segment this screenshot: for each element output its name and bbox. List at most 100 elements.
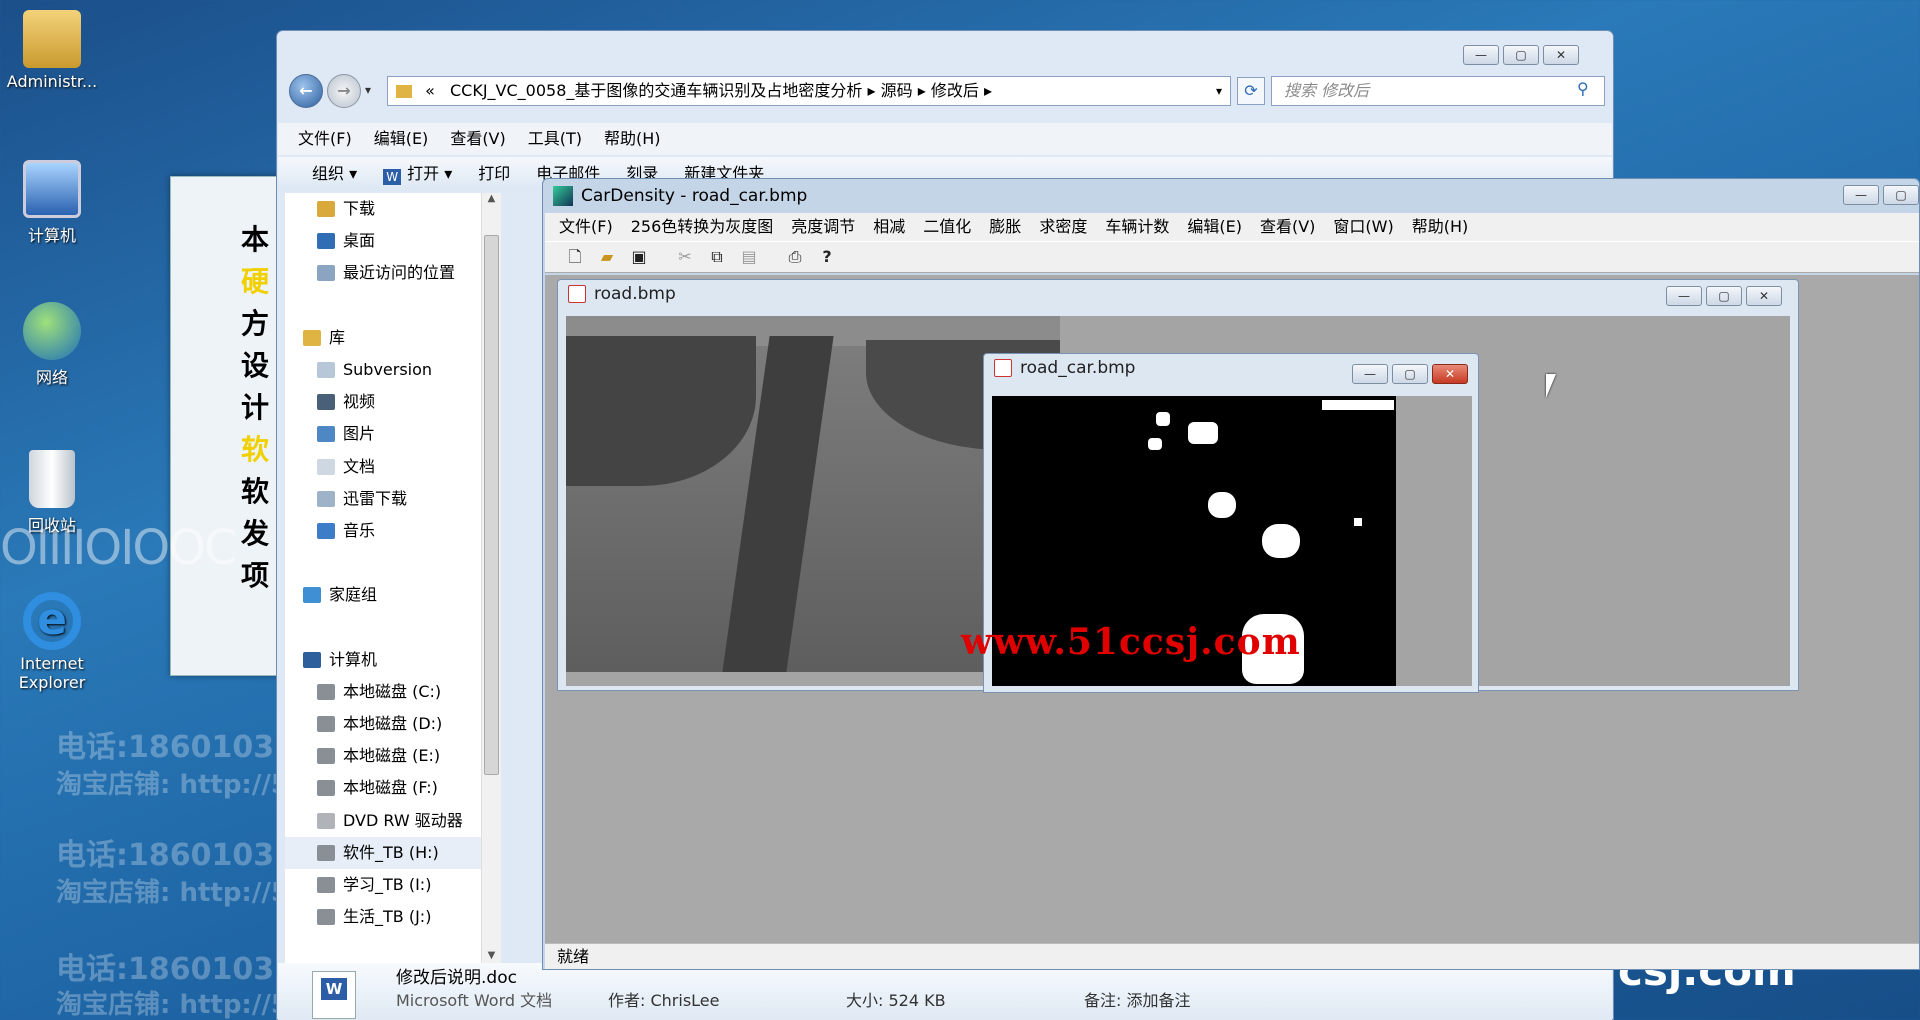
menu-file[interactable]: 文件(F): [559, 213, 613, 241]
nav-item-icon: [303, 651, 321, 668]
forward-arrow-icon[interactable]: →: [327, 74, 361, 108]
menu-tools[interactable]: 工具(T): [528, 123, 582, 155]
menu-help[interactable]: 帮助(H): [1412, 213, 1469, 241]
nav-item[interactable]: 图片: [285, 418, 481, 450]
scroll-thumb[interactable]: [484, 235, 499, 775]
nav-item[interactable]: 本地磁盘 (F:): [285, 772, 481, 804]
recent-pages-chevron-icon[interactable]: ▾: [365, 83, 371, 97]
watermark-phone: 电话:1860103: [56, 730, 275, 765]
address-overflow-chevron[interactable]: «: [425, 81, 435, 100]
close-button[interactable]: ✕: [1746, 286, 1782, 306]
nav-item[interactable]: 生活_TB (J:): [285, 901, 481, 933]
minimize-button[interactable]: —: [1666, 286, 1702, 306]
nav-item[interactable]: DVD RW 驱动器: [285, 805, 481, 837]
app-title: CarDensity - road_car.bmp: [581, 186, 808, 206]
scroll-up-icon[interactable]: ▲: [482, 193, 501, 209]
recycle-bin-icon: [29, 450, 75, 508]
minimize-button[interactable]: —: [1843, 185, 1879, 205]
refresh-icon[interactable]: ⟳: [1237, 77, 1265, 105]
nav-item-label: DVD RW 驱动器: [343, 810, 463, 830]
search-icon[interactable]: ⚲: [1577, 79, 1589, 98]
minimize-button[interactable]: —: [1463, 45, 1499, 65]
nav-item[interactable]: 音乐: [285, 515, 481, 547]
organize-button[interactable]: 组织 ▾: [312, 157, 357, 191]
nav-item-label: 最近访问的位置: [343, 263, 456, 283]
status-text: 就绪: [557, 947, 590, 966]
copy-icon[interactable]: ⧉: [705, 246, 729, 268]
menu-brightness[interactable]: 亮度调节: [791, 213, 855, 241]
back-arrow-icon[interactable]: ←: [289, 74, 323, 108]
minimize-button[interactable]: —: [1352, 364, 1388, 384]
close-button[interactable]: ✕: [1543, 45, 1579, 65]
address-bar[interactable]: « CCKJ_VC_0058_基于图像的交通车辆识别及占地密度分析 ▸ 源码 ▸…: [387, 76, 1231, 106]
nav-item[interactable]: 迅雷下载: [285, 483, 481, 515]
new-icon[interactable]: 🗋: [563, 246, 587, 268]
menu-edit[interactable]: 编辑(E): [1187, 213, 1242, 241]
menu-gray-convert[interactable]: 256色转换为灰度图: [631, 213, 774, 241]
open-button[interactable]: W 打开 ▾: [383, 157, 452, 191]
nav-item[interactable]: 下载: [285, 193, 481, 225]
nav-item[interactable]: 库: [285, 322, 481, 354]
print-button[interactable]: 打印: [478, 157, 510, 191]
print-icon[interactable]: ⎙: [783, 246, 807, 268]
maximize-button[interactable]: ▢: [1706, 286, 1742, 306]
nav-item[interactable]: 文档: [285, 451, 481, 483]
nav-item-icon: [317, 909, 335, 926]
close-button[interactable]: ✕: [1432, 364, 1468, 384]
nav-item-label: 图片: [343, 424, 376, 444]
help-icon[interactable]: ?: [815, 246, 839, 268]
desktop-icon-administrator[interactable]: Administr...: [2, 10, 102, 91]
nav-item[interactable]: 计算机: [285, 644, 481, 676]
menu-help[interactable]: 帮助(H): [604, 123, 661, 155]
nav-item-label: 本地磁盘 (C:): [343, 681, 442, 701]
nav-item[interactable]: 本地磁盘 (E:): [285, 740, 481, 772]
menu-vehicle-count[interactable]: 车辆计数: [1105, 213, 1169, 241]
nav-item[interactable]: 家庭组: [285, 579, 481, 611]
nav-item-label: 视频: [343, 392, 376, 412]
menu-view[interactable]: 查看(V): [1260, 213, 1315, 241]
menu-window[interactable]: 窗口(W): [1333, 213, 1393, 241]
nav-item-label: 计算机: [329, 649, 378, 669]
scroll-down-icon[interactable]: ▼: [482, 950, 501, 961]
word-icon: W: [383, 169, 402, 185]
maximize-button[interactable]: ▢: [1883, 185, 1919, 205]
breadcrumb-item[interactable]: 源码: [881, 81, 913, 100]
nav-item[interactable]: 本地磁盘 (D:): [285, 708, 481, 740]
navigation-scrollbar[interactable]: ▲ ▼: [481, 193, 501, 963]
nav-item[interactable]: 学习_TB (I:): [285, 869, 481, 901]
nav-item-icon: [317, 877, 335, 894]
desktop-icon-computer[interactable]: 计算机: [2, 160, 102, 246]
menu-view[interactable]: 查看(V): [450, 123, 505, 155]
nav-item[interactable]: Subversion: [285, 354, 481, 386]
paste-icon[interactable]: ▤: [737, 246, 761, 268]
nav-item[interactable]: 软件_TB (H:): [285, 836, 481, 869]
breadcrumb-item[interactable]: CCKJ_VC_0058_基于图像的交通车辆识别及占地密度分析: [450, 81, 862, 100]
breadcrumb-item[interactable]: 修改后: [931, 81, 979, 100]
nav-item-label: 文档: [343, 456, 376, 476]
menu-dilate[interactable]: 膨胀: [989, 213, 1021, 241]
maximize-button[interactable]: ▢: [1392, 364, 1428, 384]
menu-file[interactable]: 文件(F): [298, 123, 352, 155]
maximize-button[interactable]: ▢: [1503, 45, 1539, 65]
desktop-icon-internet-explorer[interactable]: e Internet Explorer: [2, 592, 102, 692]
desktop-icon-network[interactable]: 网络: [2, 302, 102, 388]
nav-item[interactable]: 最近访问的位置: [285, 257, 481, 289]
nav-item-icon: [317, 812, 335, 829]
menu-density[interactable]: 求密度: [1039, 213, 1087, 241]
nav-item[interactable]: 桌面: [285, 225, 481, 257]
menu-subtract[interactable]: 相减: [873, 213, 905, 241]
address-dropdown-icon[interactable]: ▾: [1216, 77, 1222, 105]
menu-edit[interactable]: 编辑(E): [374, 123, 429, 155]
menu-binarize[interactable]: 二值化: [923, 213, 971, 241]
nav-item-icon: [317, 265, 335, 282]
app-window-controls: — ▢: [1843, 185, 1919, 205]
search-input[interactable]: 搜索 修改后: [1271, 76, 1605, 106]
save-icon[interactable]: ▣: [627, 246, 651, 268]
nav-item[interactable]: 本地磁盘 (C:): [285, 676, 481, 708]
open-icon[interactable]: ▰: [595, 246, 619, 268]
breadcrumb-separator-icon: ▸: [867, 81, 881, 100]
nav-item[interactable]: 视频: [285, 386, 481, 418]
cut-icon[interactable]: ✂: [673, 246, 697, 268]
breadcrumb-separator-icon: ▸: [917, 81, 931, 100]
